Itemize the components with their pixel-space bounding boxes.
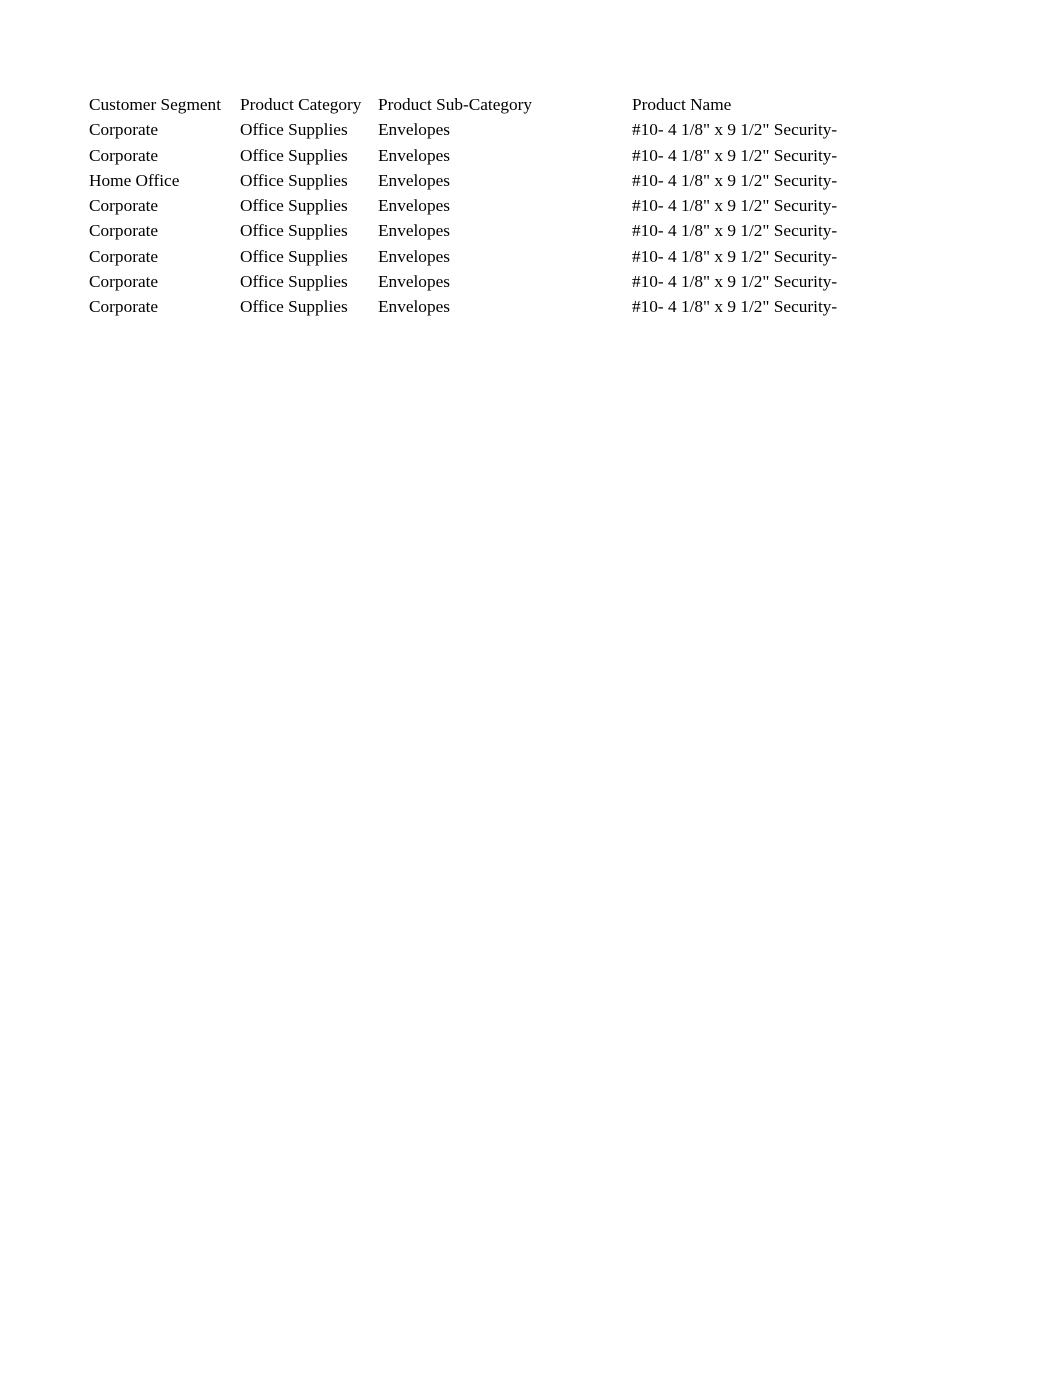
cell-customer-segment: Corporate xyxy=(89,120,159,140)
cell-product-sub-category: Envelopes xyxy=(378,170,450,190)
cell-product-category: Office Supplies xyxy=(240,272,348,292)
product-data-table: Customer Segment Product Category Produc… xyxy=(89,92,837,320)
column-header-product-sub-category: Product Sub-Category xyxy=(378,95,533,114)
column-header-product-category: Product Category xyxy=(240,95,362,114)
cell-product-category: Office Supplies xyxy=(240,196,348,216)
cell-customer-segment: Corporate xyxy=(89,145,159,165)
cell-product-name: #10- 4 1/8" x 9 1/2" Security- xyxy=(632,272,838,292)
cell-customer-segment: Corporate xyxy=(89,297,159,317)
cell-customer-segment: Corporate xyxy=(89,196,159,216)
table-header: Customer Segment Product Category Produc… xyxy=(89,92,837,117)
cell-customer-segment: Home Office xyxy=(89,170,180,190)
cell-product-sub-category: Envelopes xyxy=(378,145,450,165)
cell-product-category: Office Supplies xyxy=(240,246,348,266)
cell-product-sub-category: Envelopes xyxy=(378,297,450,317)
cell-customer-segment: Corporate xyxy=(89,246,159,266)
table-row: Corporate Office Supplies Envelopes #10- 4 … xyxy=(89,218,837,243)
cell-product-sub-category: Envelopes xyxy=(378,196,450,216)
table-row: Corporate Office Supplies Envelopes #10- 4 … xyxy=(89,193,837,218)
cell-product-sub-category: Envelopes xyxy=(378,246,450,266)
cell-product-name: #10- 4 1/8" x 9 1/2" Security- xyxy=(632,196,838,216)
table-header-row: Customer Segment Product Category Produc… xyxy=(89,92,837,117)
cell-customer-segment: Corporate xyxy=(89,221,159,241)
document-page: Customer Segment Product Category Produc… xyxy=(0,0,1062,1377)
cell-product-name: #10- 4 1/8" x 9 1/2" Security- xyxy=(632,120,838,140)
table-row: Corporate Office Supplies Envelopes #10- 4 … xyxy=(89,143,837,168)
table-row: Home Office Office Supplies Envelopes #10- … xyxy=(89,168,837,193)
cell-product-category: Office Supplies xyxy=(240,170,348,190)
cell-product-name: #10- 4 1/8" x 9 1/2" Security- xyxy=(632,246,838,266)
cell-product-sub-category: Envelopes xyxy=(378,120,450,140)
cell-product-name: #10- 4 1/8" x 9 1/2" Security- xyxy=(632,145,838,165)
cell-customer-segment: Corporate xyxy=(89,272,159,292)
table-row: Corporate Office Supplies Envelopes #10- 4 … xyxy=(89,244,837,269)
cell-product-category: Office Supplies xyxy=(240,221,348,241)
cell-product-name: #10- 4 1/8" x 9 1/2" Security- xyxy=(632,170,838,190)
table-row: Corporate Office Supplies Envelopes #10- 4 … xyxy=(89,117,837,142)
column-header-customer-segment: Customer Segment xyxy=(89,95,221,114)
cell-product-category: Office Supplies xyxy=(240,297,348,317)
cell-product-name: #10- 4 1/8" x 9 1/2" Security- xyxy=(632,297,838,317)
cell-product-category: Office Supplies xyxy=(240,145,348,165)
cell-product-sub-category: Envelopes xyxy=(378,221,450,241)
table-row: Corporate Office Supplies Envelopes #10- 4 … xyxy=(89,269,837,294)
column-header-product-name: Product Name xyxy=(632,95,732,114)
cell-product-sub-category: Envelopes xyxy=(378,272,450,292)
cell-product-name: #10- 4 1/8" x 9 1/2" Security- xyxy=(632,221,838,241)
cell-product-category: Office Supplies xyxy=(240,120,348,140)
table-row: Corporate Office Supplies Envelopes #10- 4 … xyxy=(89,294,837,319)
table-body: Corporate Office Supplies Envelopes #10- 4 … xyxy=(89,117,837,319)
